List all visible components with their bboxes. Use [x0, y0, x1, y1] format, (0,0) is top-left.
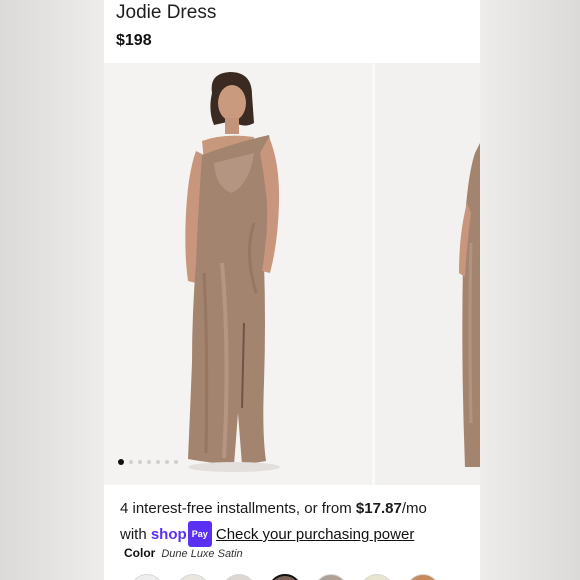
background-right	[476, 0, 580, 580]
color-selector-header: Color Dune Luxe Satin	[124, 546, 243, 560]
installments-prefix: 4 interest-free installments, or from	[120, 500, 356, 517]
carousel-dot-active[interactable]	[118, 459, 124, 465]
product-card: Jodie Dress $198 4 interest-free install…	[104, 0, 480, 580]
installments-amount: $17.87	[355, 500, 402, 517]
color-swatch[interactable]	[406, 574, 440, 580]
carousel-dot[interactable]	[147, 460, 151, 464]
color-value: Dune Luxe Satin	[161, 548, 243, 560]
color-swatches	[130, 574, 440, 580]
installments-suffix: /mo	[401, 500, 427, 517]
color-swatch[interactable]	[176, 574, 210, 580]
carousel-dot[interactable]	[174, 460, 178, 464]
color-swatch[interactable]	[268, 574, 302, 580]
carousel-dot[interactable]	[165, 460, 169, 464]
installments-with: with	[120, 526, 151, 543]
color-swatch[interactable]	[222, 574, 256, 580]
color-label: Color	[124, 546, 156, 560]
check-purchasing-power-link[interactable]: Check your purchasing power	[216, 526, 414, 543]
carousel-dot[interactable]	[129, 460, 133, 464]
color-swatch[interactable]	[360, 574, 394, 580]
carousel-dot[interactable]	[156, 460, 160, 464]
product-photo-next[interactable]	[375, 63, 480, 485]
image-gallery[interactable]	[104, 63, 480, 485]
background-left	[0, 0, 104, 580]
shop-pay-logo-icon: shop	[150, 526, 187, 543]
shop-pay-badge: Pay	[187, 521, 212, 547]
color-swatch[interactable]	[314, 574, 348, 580]
installments-message: 4 interest-free installments, or from $1…	[120, 497, 472, 547]
carousel-dots[interactable]	[118, 459, 178, 465]
product-photo-main[interactable]	[104, 63, 372, 485]
product-title: Jodie Dress	[116, 2, 217, 23]
product-price: $198	[116, 32, 152, 49]
color-swatch[interactable]	[130, 574, 164, 580]
carousel-dot[interactable]	[138, 460, 142, 464]
